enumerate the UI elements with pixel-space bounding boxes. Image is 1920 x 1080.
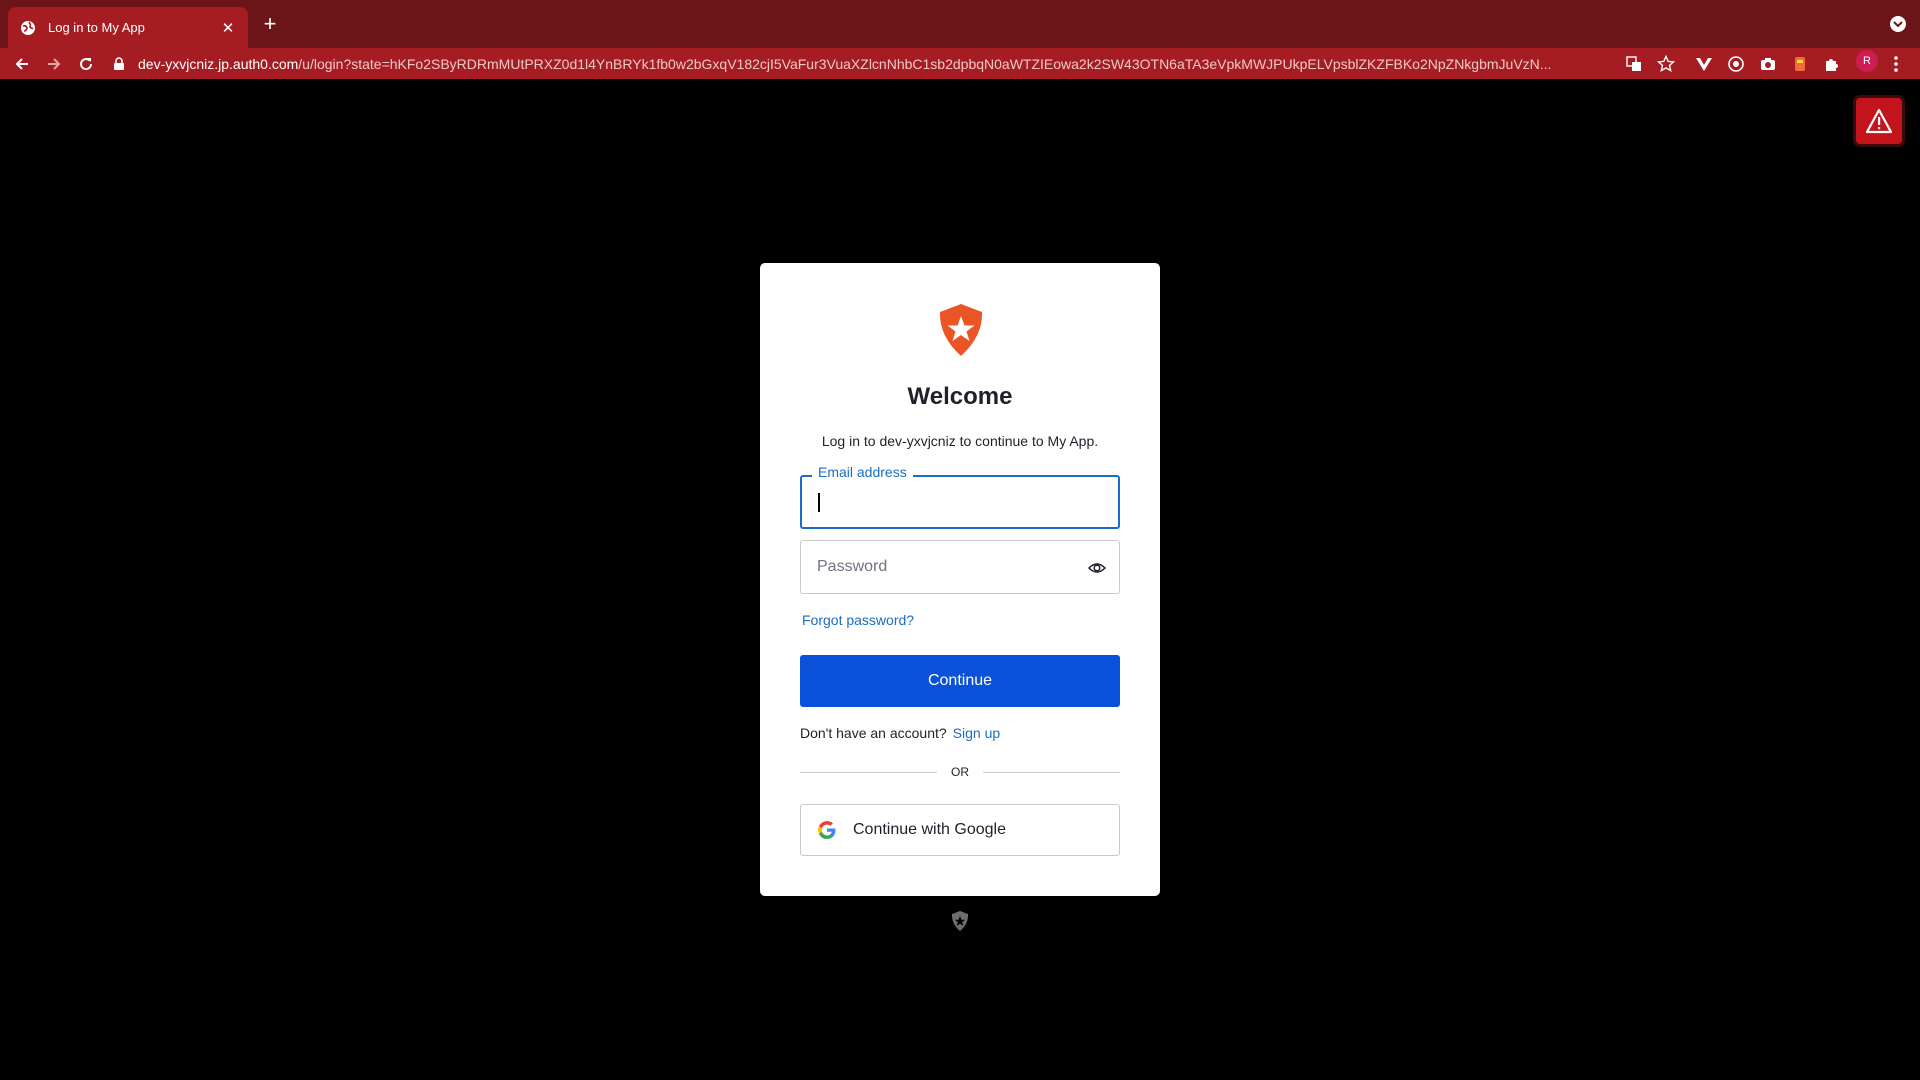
- puzzle-icon[interactable]: [1820, 52, 1844, 76]
- tab-title: Log in to My App: [48, 20, 145, 35]
- email-field[interactable]: Email address: [800, 464, 1120, 529]
- back-button[interactable]: [10, 52, 34, 76]
- google-login-button[interactable]: Continue with Google: [800, 804, 1120, 856]
- browser-toolbar: dev-yxvjcniz.jp.auth0.com/u/login?state=…: [0, 48, 1920, 79]
- divider-line: [983, 771, 1120, 773]
- continue-button[interactable]: Continue: [800, 655, 1120, 707]
- menu-icon[interactable]: [1884, 52, 1908, 76]
- eye-icon[interactable]: [1087, 558, 1107, 578]
- url-path: /u/login?state=hKFo2SByRDRmMUtPRXZ0d1l4Y…: [298, 55, 1552, 72]
- profile-avatar[interactable]: R: [1856, 50, 1878, 72]
- warning-icon[interactable]: [1856, 98, 1902, 144]
- password-placeholder: Password: [817, 558, 888, 575]
- divider-text: OR: [951, 765, 969, 779]
- new-tab-button[interactable]: +: [258, 12, 282, 36]
- tab-search-icon[interactable]: [1888, 14, 1908, 34]
- reload-button[interactable]: [74, 52, 98, 76]
- login-subtitle: Log in to dev-yxvjcniz to continue to My…: [821, 433, 1099, 449]
- vue-extension-icon[interactable]: [1692, 52, 1716, 76]
- signup-link[interactable]: Sign up: [953, 725, 1000, 741]
- login-card: Welcome Log in to dev-yxvjcniz to contin…: [760, 263, 1160, 896]
- lock-icon[interactable]: [112, 56, 126, 71]
- password-field[interactable]: Password: [800, 540, 1120, 594]
- google-icon: [817, 820, 837, 840]
- address-bar[interactable]: dev-yxvjcniz.jp.auth0.com/u/login?state=…: [112, 48, 1642, 79]
- translate-icon[interactable]: [1622, 52, 1646, 76]
- globe-icon: [20, 20, 36, 36]
- google-button-label: Continue with Google: [853, 821, 1006, 838]
- target-extension-icon[interactable]: [1724, 52, 1748, 76]
- auth0-logo-icon: [936, 302, 986, 358]
- text-caret: [818, 493, 820, 512]
- forward-button[interactable]: [42, 52, 66, 76]
- star-icon[interactable]: [1654, 52, 1678, 76]
- close-icon[interactable]: ✕: [220, 20, 236, 37]
- divider-line: [800, 771, 937, 773]
- browser-tab[interactable]: Log in to My App ✕: [8, 7, 248, 48]
- signup-row: Don't have an account? Sign up: [800, 725, 1000, 741]
- or-divider: OR: [800, 765, 1120, 779]
- email-label: Email address: [812, 464, 913, 480]
- auth0-footer-logo-icon: [950, 910, 970, 932]
- no-account-text: Don't have an account?: [800, 725, 947, 741]
- forgot-password-link[interactable]: Forgot password?: [802, 612, 914, 628]
- url-domain: dev-yxvjcniz.jp.auth0.com: [138, 55, 299, 72]
- browser-titlebar: Log in to My App ✕ +: [0, 0, 1920, 48]
- camera-extension-icon[interactable]: [1756, 52, 1780, 76]
- page-title: Welcome: [907, 383, 1013, 410]
- flag-extension-icon[interactable]: [1788, 52, 1812, 76]
